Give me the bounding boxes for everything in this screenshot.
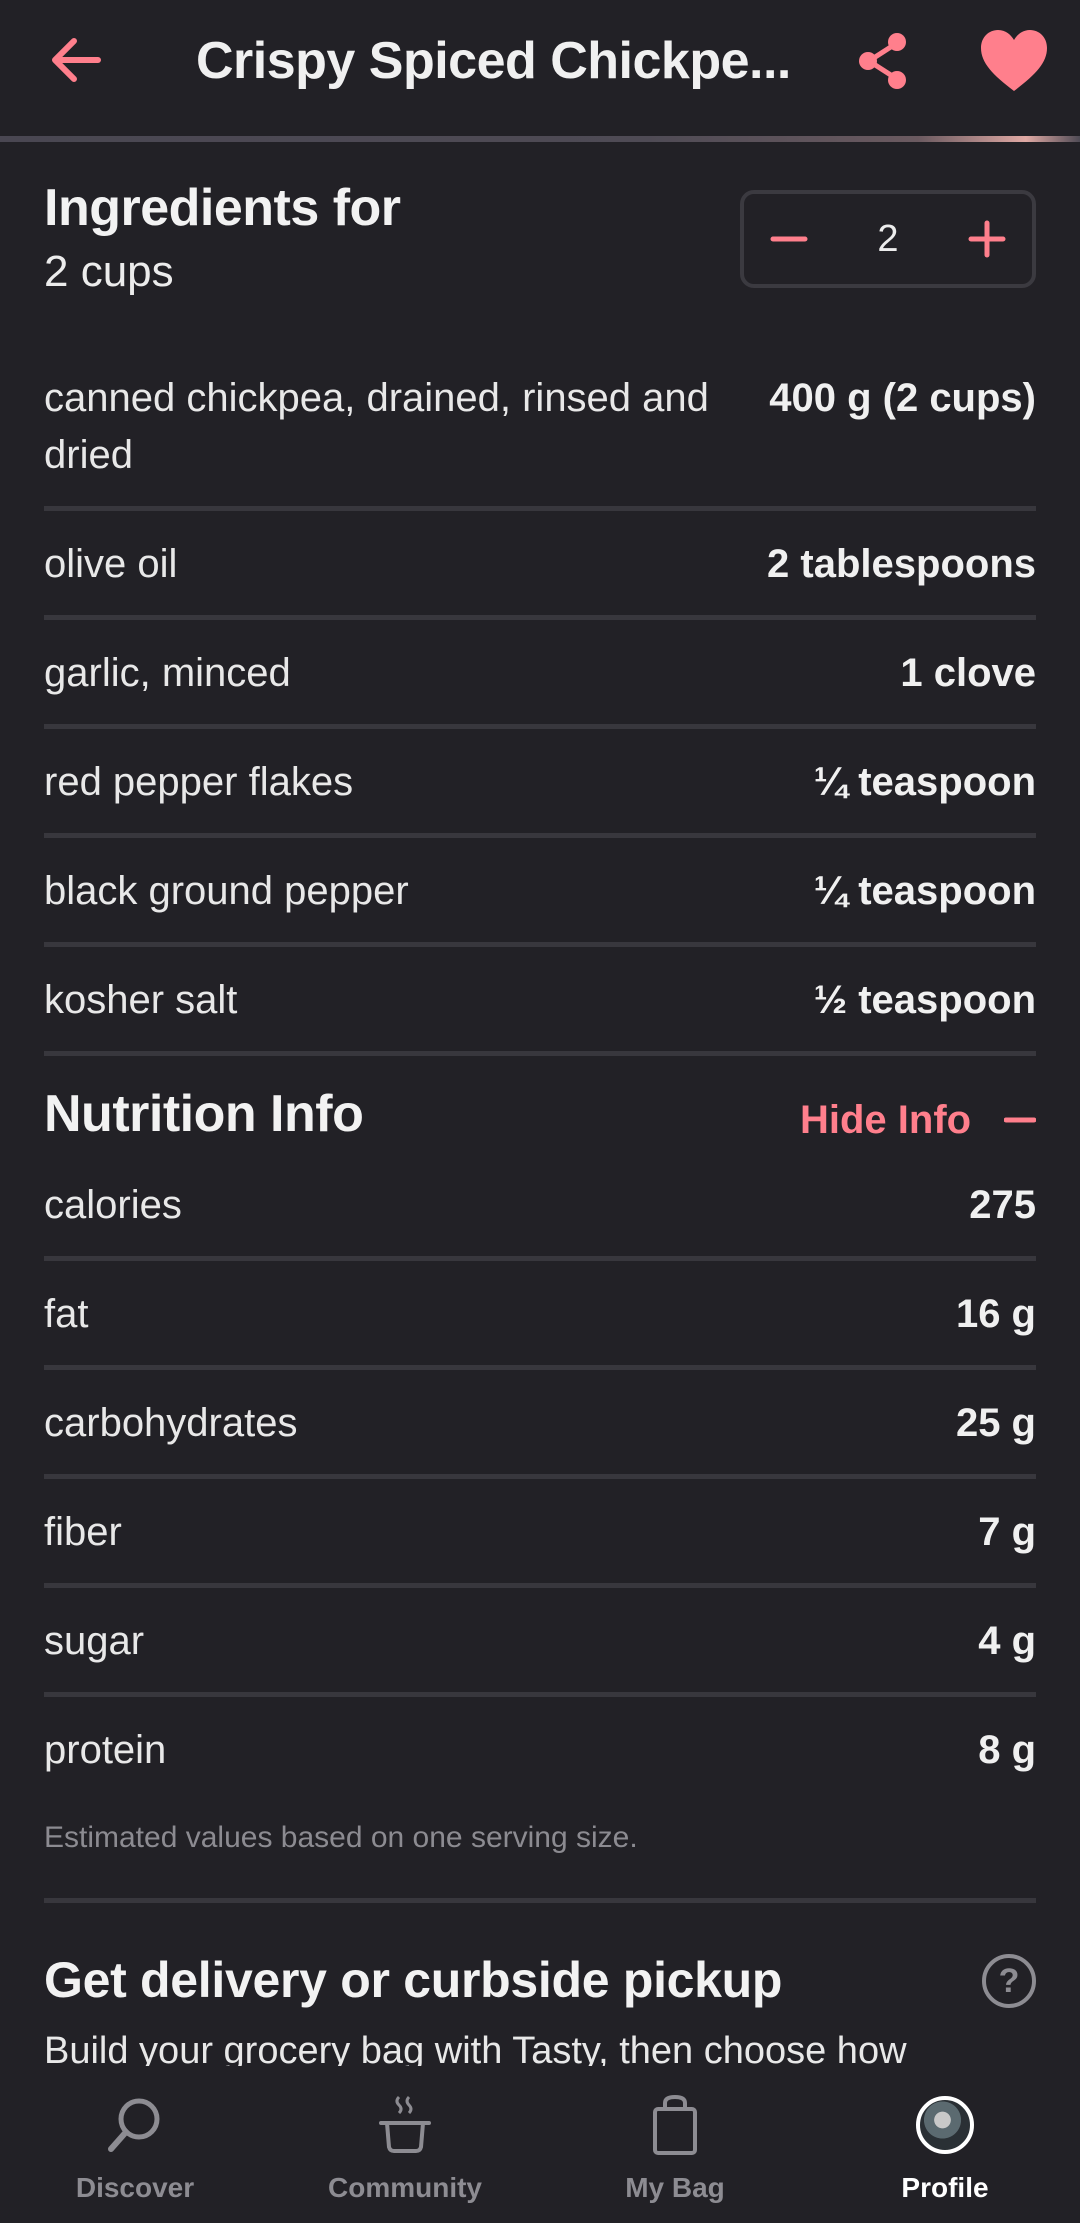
increase-button[interactable]: [968, 220, 1006, 258]
back-button[interactable]: [44, 28, 108, 92]
divider: [44, 1898, 1036, 1903]
ingredient-name: garlic, minced: [44, 651, 291, 695]
list-item: carbohydrates 25 g: [44, 1395, 1036, 1452]
ingredients-yield: 2 cups: [44, 247, 174, 296]
divider: [44, 615, 1036, 620]
servings-value: 2: [877, 217, 899, 260]
ingredient-name: black ground pepper: [44, 869, 409, 913]
list-item: fiber 7 g: [44, 1504, 1036, 1561]
ingredient-amount: 1 clove: [900, 651, 1036, 695]
divider: [44, 1365, 1036, 1370]
divider: [44, 1583, 1036, 1588]
nutrient-amount: 275: [969, 1183, 1036, 1227]
page-title: Crispy Spiced Chickpe...: [196, 32, 791, 90]
ingredient-name: kosher salt: [44, 978, 238, 1022]
list-item: garlic, minced 1 clove: [44, 645, 1036, 702]
divider: [44, 833, 1036, 838]
share-button[interactable]: [850, 26, 916, 96]
nutrient-name: fat: [44, 1292, 89, 1336]
hide-info-label: Hide Info: [800, 1097, 972, 1142]
nutrient-amount: 7 g: [978, 1510, 1036, 1554]
arrow-left-icon: [52, 38, 101, 82]
nutrient-name: fiber: [44, 1510, 122, 1554]
list-item: olive oil 2 tablespoons: [44, 536, 1036, 593]
ingredient-amount: ½ teaspoon: [813, 978, 1036, 1022]
ingredient-name: red pepper flakes: [44, 760, 354, 804]
tab-label: Discover: [75, 2172, 195, 2203]
decrease-button[interactable]: [770, 220, 808, 258]
ingredient-amount: 400 g (2 cups): [769, 376, 1036, 420]
header-divider: [0, 136, 1080, 142]
ingredient-name: olive oil: [44, 542, 178, 586]
pot-icon: [379, 2095, 431, 2153]
nutrient-name: protein: [44, 1728, 167, 1772]
list-item: protein 8 g: [44, 1722, 1036, 1779]
list-item: fat 16 g: [44, 1286, 1036, 1343]
nutrient-amount: 8 g: [978, 1728, 1036, 1772]
nutrient-amount: 16 g: [955, 1292, 1036, 1336]
minus-icon: [1004, 1117, 1036, 1123]
list-item: red pepper flakes ¼ teaspoon: [44, 754, 1036, 811]
servings-stepper: 2: [740, 190, 1036, 288]
tab-label: Community: [328, 2172, 482, 2203]
bottom-tab-bar: Discover Community My Bag Profile: [0, 2066, 1080, 2223]
plus-icon: [968, 220, 1006, 258]
ingredient-amount: ¼ teaspoon: [813, 760, 1036, 804]
tab-my-bag[interactable]: My Bag: [540, 2066, 810, 2223]
heart-icon: [981, 30, 1047, 91]
delivery-description: Build your grocery bag with Tasty, then …: [44, 2030, 907, 2066]
divider: [44, 942, 1036, 947]
nutrition-title: Nutrition Info: [44, 1085, 364, 1143]
nutrient-name: calories: [44, 1183, 182, 1227]
ingredients-title: Ingredients for: [44, 179, 401, 237]
share-icon: [859, 33, 906, 89]
divider: [44, 1051, 1036, 1056]
list-item: calories 275: [44, 1177, 1036, 1234]
hide-info-button[interactable]: Hide Info: [800, 1092, 1036, 1148]
tab-profile[interactable]: Profile: [810, 2066, 1080, 2223]
list-item: sugar 4 g: [44, 1613, 1036, 1670]
list-item: black ground pepper ¼ teaspoon: [44, 863, 1036, 920]
nutrient-amount: 4 g: [978, 1619, 1036, 1663]
minus-icon: [770, 236, 808, 242]
help-button[interactable]: ?: [982, 1954, 1036, 2008]
question-icon: ?: [998, 1961, 1020, 2000]
ingredient-amount: ¼ teaspoon: [813, 869, 1036, 913]
ingredient-name: canned chickpea, drained, rinsed and dri…: [44, 376, 709, 477]
divider: [44, 506, 1036, 511]
avatar: [916, 2096, 974, 2154]
nutrition-note: Estimated values based on one serving si…: [44, 1821, 638, 1854]
list-item: canned chickpea, drained, rinsed and dri…: [44, 370, 1036, 484]
nutrient-name: sugar: [44, 1619, 145, 1663]
delivery-title: Get delivery or curbside pickup: [44, 1952, 783, 2008]
divider: [44, 724, 1036, 729]
ingredients-header: Ingredients for 2 cups: [44, 178, 644, 302]
tab-label: My Bag: [625, 2172, 725, 2203]
tab-community[interactable]: Community: [270, 2066, 540, 2223]
divider: [44, 1692, 1036, 1697]
nutrient-amount: 25 g: [955, 1401, 1036, 1445]
search-icon: [108, 2098, 160, 2152]
bag-icon: [653, 2094, 697, 2155]
tab-discover[interactable]: Discover: [0, 2066, 270, 2223]
nutrient-name: carbohydrates: [44, 1401, 298, 1445]
divider: [44, 1474, 1036, 1479]
divider: [44, 1256, 1036, 1261]
ingredient-amount: 2 tablespoons: [767, 542, 1036, 586]
favorite-button[interactable]: [975, 22, 1053, 100]
tab-label: Profile: [901, 2172, 989, 2203]
top-bar: Crispy Spiced Chickpe...: [0, 0, 1080, 138]
list-item: kosher salt ½ teaspoon: [44, 972, 1036, 1029]
